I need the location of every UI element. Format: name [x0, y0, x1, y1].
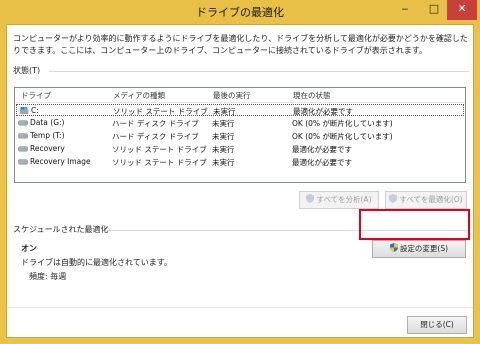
status-section-label: 状態(T) [13, 66, 41, 75]
drive-media: ハード ディスク ドライブ [112, 119, 199, 128]
uac-shield-icon [389, 243, 398, 252]
drive-name: Recovery [30, 144, 65, 153]
hard-drive-icon [18, 120, 28, 126]
defrag-window: ドライブの最適化 ‒ □ ✕ コンピューターがより効率的に動作するようにドライブ… [0, 0, 480, 344]
column-header-status[interactable]: 現在の状態 [293, 90, 331, 101]
close-button[interactable]: 閉じる(C) [407, 316, 467, 334]
hard-drive-icon [18, 133, 28, 139]
drive-list[interactable]: ドライブ メディアの種類 最後の実行 現在の状態 C: ソリッド ステート ドラ… [14, 87, 466, 183]
analyze-all-button[interactable]: すべてを分析(A) [299, 191, 379, 209]
schedule-detail: ドライブは自動的に最適化されています。 [21, 258, 172, 267]
drive-status: 最適化が必要です [292, 158, 352, 167]
drive-row-c[interactable]: C: ソリッド ステート ドライブ 未実行 最適化が必要です [16, 104, 464, 116]
drive-name: Recovery Image [30, 157, 91, 166]
drive-status: 最適化が必要です [293, 107, 353, 116]
schedule-frequency: 頻度: 毎週 [29, 272, 67, 281]
highlight-box [359, 209, 470, 240]
system-drive-icon [19, 107, 29, 114]
column-header-drive[interactable]: ドライブ [21, 90, 51, 101]
drive-status: OK (0% が断片化しています) [292, 132, 393, 141]
schedule-section-label: スケジュールされた最適化 [13, 225, 109, 234]
title-bar[interactable]: ドライブの最適化 ‒ □ ✕ [0, 0, 480, 24]
uac-shield-icon [389, 194, 398, 203]
minimize-button[interactable]: ‒ [395, 0, 415, 20]
column-header-media[interactable]: メディアの種類 [113, 90, 165, 101]
drive-row-recovery[interactable]: Recovery ソリッド ステート ドライブ 未実行 最適化が必要です [16, 143, 464, 155]
drive-row-temp[interactable]: Temp (T:) ハード ディスク ドライブ 未実行 OK (0% が断片化し… [16, 130, 464, 142]
drive-status: OK (0% が断片化しています) [292, 119, 393, 128]
hard-drive-icon [18, 146, 28, 152]
change-settings-button[interactable]: 設定の変更(S) [372, 240, 466, 258]
drive-list-header: ドライブ メディアの種類 最後の実行 現在の状態 [15, 88, 465, 103]
optimize-all-button[interactable]: すべてを最適化(O) [385, 191, 467, 209]
drive-row-data[interactable]: Data (G:) ハード ディスク ドライブ 未実行 OK (0% が断片化し… [16, 117, 464, 129]
drive-last-run: 未実行 [212, 158, 235, 167]
schedule-state: オン [21, 244, 37, 253]
drive-status: 最適化が必要です [292, 145, 352, 154]
analyze-all-label: すべてを分析(A) [316, 195, 372, 204]
change-settings-label: 設定の変更(S) [399, 244, 449, 253]
drive-media: ハード ディスク ドライブ [112, 132, 199, 141]
optimize-all-label: すべてを最適化(O) [399, 195, 463, 204]
client-area: コンピューターがより効率的に動作するようにドライブを最適化したり、ドライブを分析… [6, 24, 474, 338]
description-text: コンピューターがより効率的に動作するようにドライブを最適化したり、ドライブを分析… [13, 34, 468, 55]
maximize-button[interactable]: □ [424, 0, 444, 20]
column-header-last-run[interactable]: 最後の実行 [213, 90, 251, 101]
status-divider [49, 71, 469, 72]
drive-last-run: 未実行 [212, 119, 235, 128]
footer-divider [7, 307, 473, 308]
drive-name: C: [31, 106, 39, 115]
drive-row-recovery-image[interactable]: Recovery Image ソリッド ステート ドライブ 未実行 最適化が必要… [16, 156, 464, 168]
drive-media: ソリッド ステート ドライブ [112, 145, 207, 154]
drive-media: ソリッド ステート ドライブ [112, 158, 207, 167]
drive-last-run: 未実行 [212, 145, 235, 154]
drive-name: Temp (T:) [30, 131, 65, 140]
drive-last-run: 未実行 [212, 132, 235, 141]
close-window-button[interactable]: ✕ [447, 0, 477, 20]
uac-shield-icon [306, 194, 315, 203]
drive-name: Data (G:) [30, 118, 65, 127]
hard-drive-icon [18, 159, 28, 165]
drive-media: ソリッド ステート ドライブ [113, 107, 208, 116]
drive-last-run: 未実行 [213, 107, 236, 116]
